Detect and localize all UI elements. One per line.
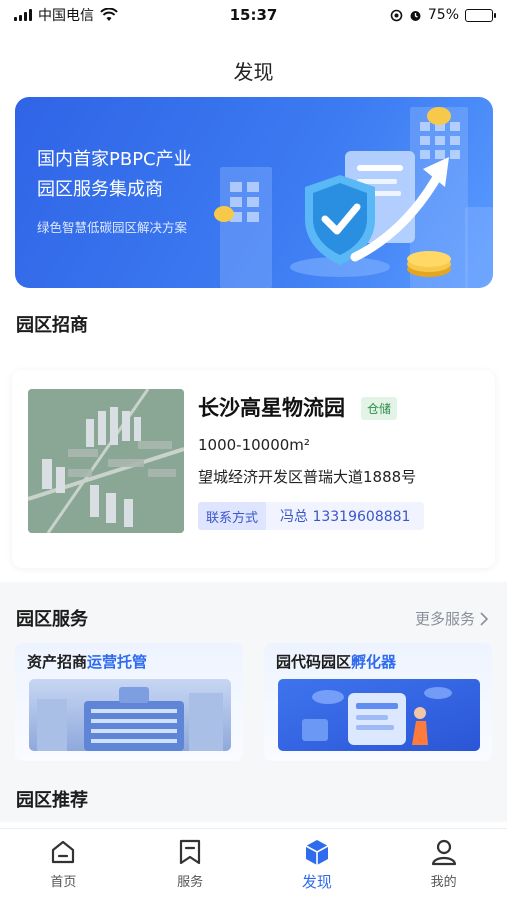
home-icon: [52, 840, 75, 864]
tab-profile-label: 我的: [430, 875, 457, 890]
promo-banner[interactable]: 国内首家PBPC产业 园区服务集成商 绿色智慧低碳园区解决方案: [15, 97, 493, 288]
clock: 15:37: [229, 6, 278, 24]
alarm-icon: [410, 10, 421, 21]
page-title: 发现: [233, 60, 274, 84]
park-contact[interactable]: 联系方式 冯总 13319608881: [198, 502, 425, 530]
service-card-asset[interactable]: 资产招商运营托管: [15, 643, 243, 761]
coin-small-icon: [214, 206, 234, 222]
bookmark-icon: [180, 839, 201, 865]
park-address: 望城经济开发区普瑞大道1888号: [198, 468, 417, 486]
battery-group: 75%: [323, 7, 496, 23]
tab-home[interactable]: 首页: [0, 829, 127, 900]
status-bar: 中国电信 15:37 75%: [0, 0, 507, 30]
banner-building-small: [465, 207, 493, 288]
coin-icon: [407, 251, 451, 277]
service-title-plain: 园代码园区: [276, 653, 352, 671]
service-title-highlight: 运营托管: [87, 653, 148, 671]
user-icon: [431, 839, 456, 866]
section-title-recommend: 园区推荐: [16, 790, 88, 811]
contact-value[interactable]: 冯总 13319608881: [266, 502, 425, 530]
tab-home-label: 首页: [50, 875, 77, 890]
more-services-label: 更多服务: [414, 610, 475, 628]
park-category-badge: 仓储: [361, 397, 398, 420]
park-name: 长沙高星物流园: [198, 396, 345, 420]
carrier-label: 中国电信: [38, 8, 94, 24]
banner-subtitle: 绿色智慧低碳园区解决方案: [37, 220, 188, 235]
battery-percent: 75%: [427, 7, 459, 23]
banner-headline-line2: 园区服务集成商: [37, 179, 163, 200]
service-card-incubator-title: 园代码园区孵化器: [276, 651, 396, 672]
carrier-group: 中国电信: [14, 5, 184, 25]
service-asset-image: [29, 679, 231, 751]
chevron-right-icon: [480, 611, 489, 626]
park-card[interactable]: 长沙高星物流园 仓储 1000-10000m² 望城经济开发区普瑞大道1888号…: [12, 370, 495, 568]
coin-small-icon: [427, 107, 451, 125]
location-icon: [390, 9, 403, 21]
cube-icon: [305, 840, 329, 865]
section-title-investment: 园区招商: [16, 315, 88, 336]
service-card-incubator[interactable]: 园代码园区孵化器: [264, 643, 492, 761]
wifi-icon: [100, 8, 118, 21]
more-services-link[interactable]: 更多服务: [415, 608, 489, 629]
signal-icon: [14, 9, 32, 21]
contact-label: 联系方式: [198, 502, 267, 530]
park-aerial-image: [28, 389, 184, 533]
tab-discover[interactable]: 发现: [254, 829, 381, 900]
service-title-plain: 资产招商: [27, 653, 88, 671]
service-title-highlight: 孵化器: [351, 653, 397, 671]
service-incubator-image: [278, 679, 480, 751]
tab-services-label: 服务: [177, 875, 204, 890]
section-title-services: 园区服务: [16, 609, 88, 630]
bottom-tab-bar: 首页 服务 发现 我的: [0, 828, 507, 900]
service-card-asset-title: 资产招商运营托管: [27, 651, 147, 672]
tab-services[interactable]: 服务: [127, 829, 254, 900]
tab-profile[interactable]: 我的: [380, 829, 507, 900]
battery-icon: [465, 8, 496, 22]
tab-discover-label: 发现: [301, 873, 332, 891]
park-area: 1000-10000m²: [198, 436, 310, 454]
banner-headline: 国内首家PBPC产业 园区服务集成商: [37, 145, 192, 205]
banner-headline-line1: 国内首家PBPC产业: [37, 149, 192, 170]
